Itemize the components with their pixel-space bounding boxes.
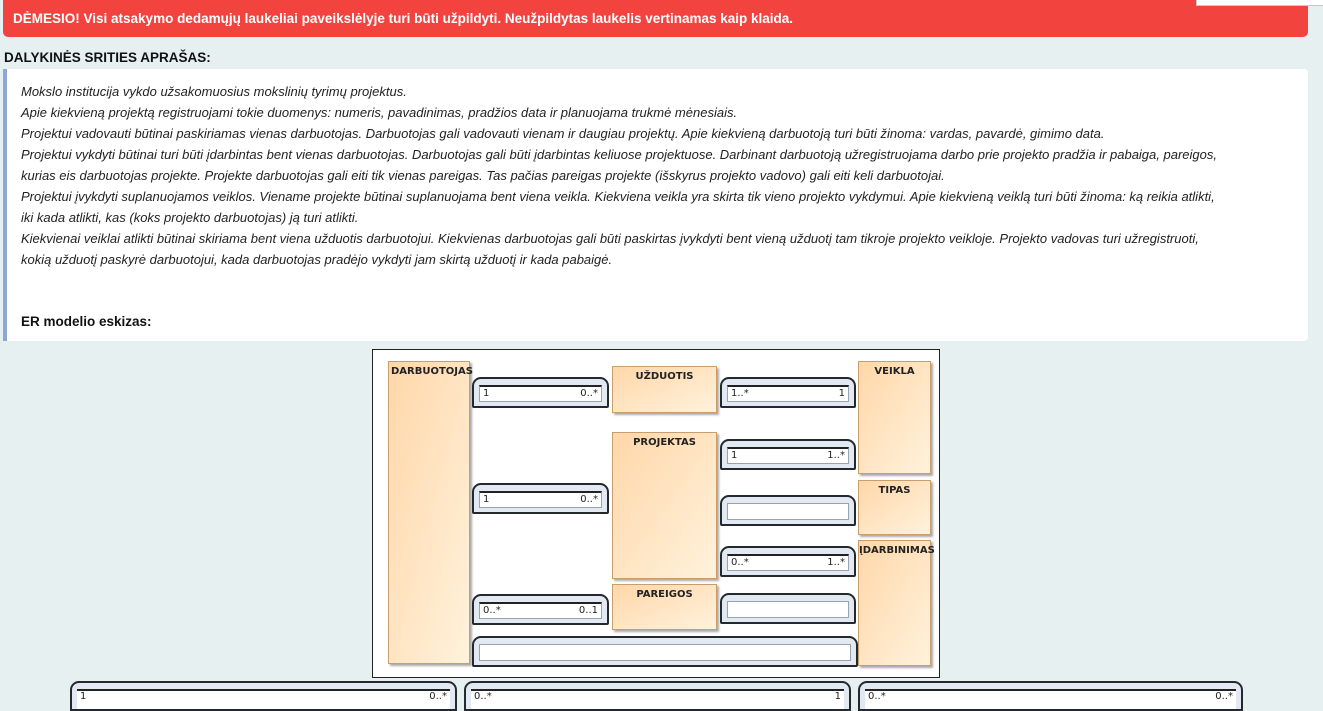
entity-label: PROJEKTAS	[633, 437, 696, 448]
entity-label: DARBUOTOJAS	[391, 366, 473, 377]
description-panel: Mokslo institucija vykdo užsakomuosius m…	[3, 69, 1308, 341]
cardinality-left: 1	[483, 494, 490, 505]
relation-field[interactable]	[727, 601, 849, 618]
entity-idarbinimas: ĮDARBINIMAS	[858, 540, 935, 666]
description-line: Kiekvienai veiklai atlikti būtinai skiri…	[21, 231, 1199, 246]
corner-panel	[1196, 0, 1323, 6]
cardinality-left: 1	[483, 388, 490, 399]
cardinality-right: 0..*	[429, 691, 447, 702]
entity-label: ĮDARBINIMAS	[859, 545, 935, 556]
relation-field[interactable]: 1 1..*	[727, 447, 849, 464]
relation-field[interactable]: 1..* 1	[727, 385, 849, 402]
cardinality-right: 1	[834, 691, 841, 702]
cardinality-right: 0..*	[580, 494, 598, 505]
cardinality-left: 0..*	[868, 691, 886, 702]
cardinality-right: 1	[838, 388, 845, 399]
relation-field[interactable]	[479, 644, 851, 661]
section-heading: DALYKINĖS SRITIES APRAŠAS:	[4, 50, 211, 65]
er-model-label: ER modelio eskizas:	[21, 314, 152, 329]
entity-projektas: PROJEKTAS	[612, 432, 717, 579]
relation-slot[interactable]	[720, 593, 856, 624]
description-line: Projektui vykdyti būtinai turi būti įdar…	[21, 147, 1217, 162]
cardinality-right: 1..*	[827, 450, 845, 461]
cardinality-right: 0..*	[1215, 691, 1233, 702]
cardinality-left: 0..*	[731, 557, 749, 568]
entity-uzduotis: UŽDUOTIS	[612, 366, 717, 413]
entity-label: VEIKLA	[874, 366, 915, 377]
relation-slot[interactable]	[472, 636, 858, 667]
relation-slot[interactable]: 0..* 0..1	[472, 594, 609, 625]
relation-field[interactable]	[727, 503, 849, 520]
cardinality-left: 0..*	[483, 605, 501, 616]
er-diagram: DARBUOTOJAS UŽDUOTIS PROJEKTAS PAREIGOS …	[372, 349, 940, 678]
answer-field[interactable]: 0..* 1	[471, 689, 844, 709]
description-line: Mokslo institucija vykdo užsakomuosius m…	[21, 84, 407, 99]
warning-alert-text: DĖMESIO! Visi atsakymo dedamųjų laukelia…	[13, 11, 794, 26]
entity-veikla: VEIKLA	[858, 361, 931, 474]
entity-tipas: TIPAS	[858, 480, 931, 535]
cardinality-right: 0..1	[578, 605, 598, 616]
cardinality-right: 0..*	[580, 388, 598, 399]
answer-slot[interactable]: 1 0..*	[70, 681, 457, 711]
description-line: Apie kiekvieną projektą registruojami to…	[21, 105, 738, 120]
entity-pareigos: PAREIGOS	[612, 584, 717, 630]
description-line: Projektui įvykdyti suplanuojamos veiklos…	[21, 189, 1215, 204]
cardinality-left: 0..*	[474, 691, 492, 702]
description-line: kurias eis darbuotojas projekte. Projekt…	[21, 168, 945, 183]
relation-field[interactable]: 0..* 0..1	[479, 602, 602, 619]
entity-label: PAREIGOS	[636, 589, 693, 600]
answer-field[interactable]: 1 0..*	[77, 689, 450, 709]
relation-slot[interactable]: 1 0..*	[472, 377, 609, 408]
relation-slot[interactable]	[720, 495, 856, 526]
description-line: kokią užduotį paskyrė darbuotojui, kada …	[21, 252, 613, 267]
cardinality-left: 1	[80, 691, 87, 702]
cardinality-left: 1	[731, 450, 738, 461]
entity-darbuotojas: DARBUOTOJAS	[388, 361, 473, 664]
relation-field[interactable]: 0..* 1..*	[727, 554, 849, 571]
description-text: Mokslo institucija vykdo užsakomuosius m…	[21, 81, 1217, 270]
relation-slot[interactable]: 0..* 1..*	[720, 546, 856, 577]
answer-slot[interactable]: 0..* 0..*	[858, 681, 1243, 711]
entity-label: UŽDUOTIS	[635, 371, 694, 382]
relation-slot[interactable]: 1..* 1	[720, 377, 856, 408]
answer-field[interactable]: 0..* 0..*	[865, 689, 1236, 709]
answer-slot[interactable]: 0..* 1	[464, 681, 851, 711]
relation-slot[interactable]: 1 0..*	[472, 483, 609, 514]
description-line: Projektui vadovauti būtinai paskiriamas …	[21, 126, 1105, 141]
relation-slot[interactable]: 1 1..*	[720, 439, 856, 470]
warning-alert: DĖMESIO! Visi atsakymo dedamųjų laukelia…	[3, 0, 1308, 37]
cardinality-left: 1..*	[731, 388, 749, 399]
cardinality-right: 1..*	[827, 557, 845, 568]
description-line: iki kada atlikti, kas (koks projekto dar…	[21, 210, 359, 225]
relation-field[interactable]: 1 0..*	[479, 491, 602, 508]
relation-field[interactable]: 1 0..*	[479, 385, 602, 402]
entity-label: TIPAS	[878, 485, 911, 496]
